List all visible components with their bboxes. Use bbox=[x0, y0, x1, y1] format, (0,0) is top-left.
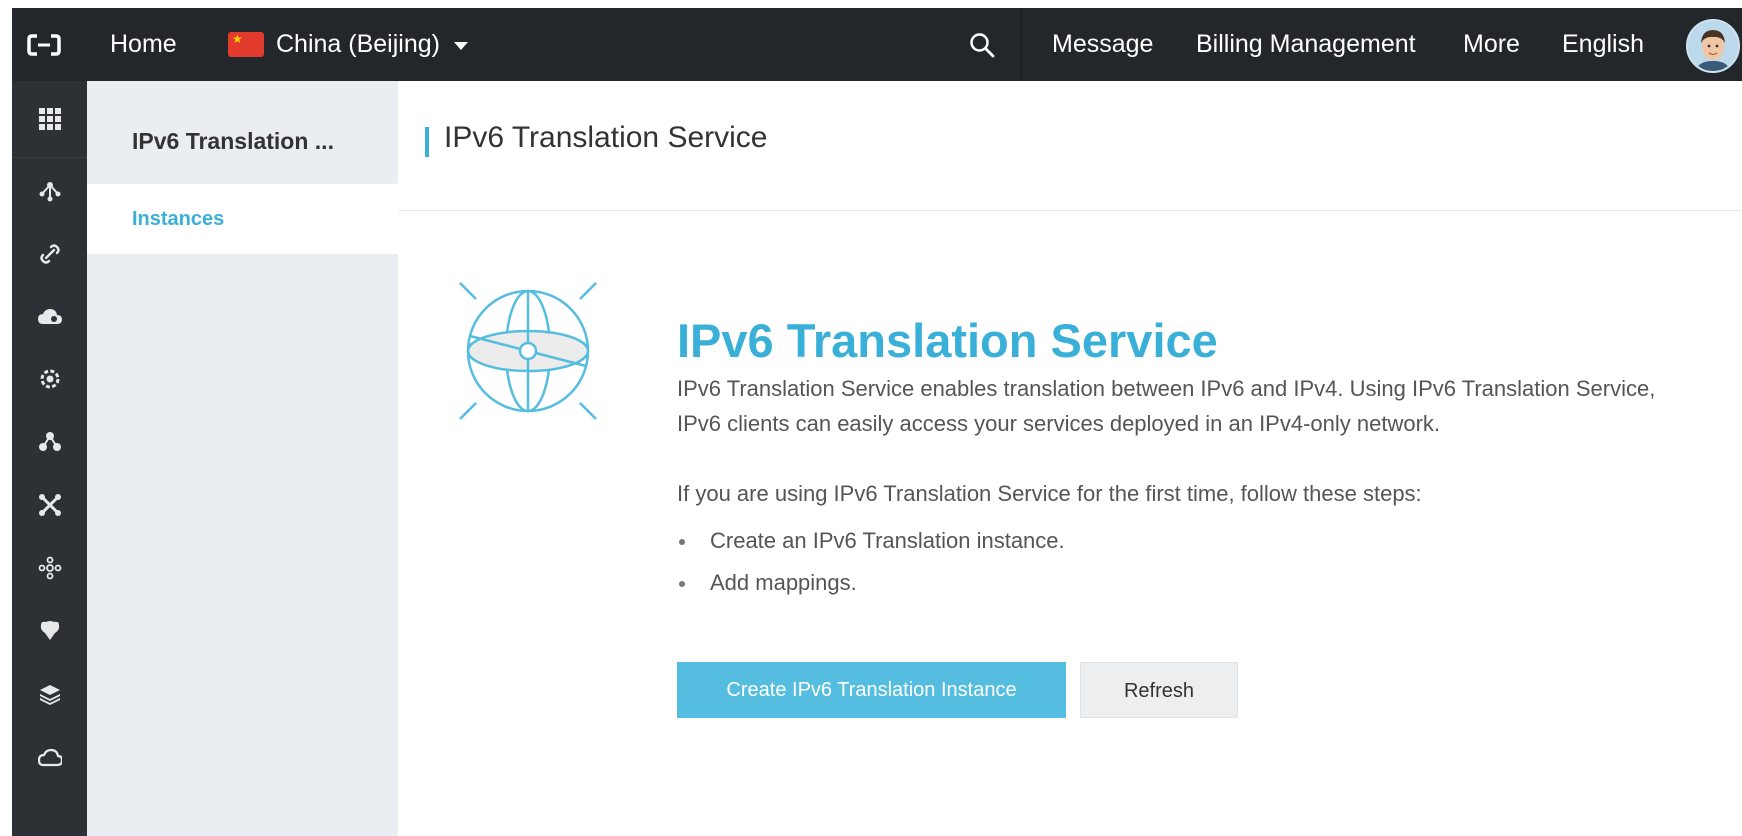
sidebar-title: IPv6 Translation ... bbox=[132, 128, 334, 154]
more-menu[interactable]: More bbox=[1463, 8, 1520, 81]
console-logo[interactable] bbox=[12, 8, 76, 81]
region-label: China (Beijing) bbox=[276, 30, 440, 58]
search-button[interactable] bbox=[942, 8, 1022, 81]
cluster-icon bbox=[38, 432, 61, 451]
service-description: IPv6 Translation Service enables transla… bbox=[677, 376, 1656, 436]
list-item: Create an IPv6 Translation instance. bbox=[677, 520, 1065, 562]
rail-item-cloud-service[interactable] bbox=[12, 727, 87, 787]
create-instance-button[interactable]: Create IPv6 Translation Instance bbox=[677, 662, 1066, 718]
caret-down-icon bbox=[453, 41, 468, 50]
steps-intro: If you are using IPv6 Translation Servic… bbox=[677, 481, 1422, 506]
sidebar-item-instances[interactable]: Instances bbox=[87, 184, 398, 254]
shield-icon bbox=[40, 621, 59, 640]
cloud-icon bbox=[37, 309, 62, 324]
layers-icon bbox=[39, 685, 60, 705]
network-icon bbox=[39, 182, 60, 202]
top-navigation-bar: Home ★ China (Beijing) Message Billing M… bbox=[12, 8, 1742, 81]
rail-item-security[interactable] bbox=[12, 601, 87, 661]
rail-item-nodes[interactable] bbox=[12, 538, 87, 598]
product-sidebar: IPv6 Translation ... Instances bbox=[87, 81, 398, 836]
title-accent-bar bbox=[425, 127, 429, 157]
bullet-icon bbox=[679, 581, 685, 587]
home-link[interactable]: Home bbox=[110, 8, 177, 81]
region-selector[interactable]: ★ China (Beijing) bbox=[228, 8, 468, 81]
rail-item-link[interactable] bbox=[12, 224, 87, 284]
list-item: Add mappings. bbox=[677, 562, 1065, 604]
page-header: IPv6 Translation Service bbox=[398, 81, 1742, 211]
hero-title: IPv6 Translation Service bbox=[677, 314, 1218, 367]
product-icon-rail bbox=[12, 81, 87, 836]
message-link[interactable]: Message bbox=[1052, 8, 1153, 81]
bullet-icon bbox=[679, 539, 685, 545]
rail-item-cloud[interactable] bbox=[12, 287, 87, 347]
avatar-face-icon bbox=[1688, 21, 1738, 71]
rail-item-all-products[interactable] bbox=[12, 89, 87, 149]
billing-management-link[interactable]: Billing Management bbox=[1196, 8, 1416, 81]
logo-icon bbox=[27, 33, 61, 56]
console-window: Home ★ China (Beijing) Message Billing M… bbox=[12, 8, 1742, 836]
getting-started-steps: Create an IPv6 Translation instance. Add… bbox=[677, 520, 1065, 604]
link-icon bbox=[39, 244, 60, 264]
refresh-button[interactable]: Refresh bbox=[1080, 662, 1238, 718]
gear-cog-icon bbox=[40, 369, 59, 389]
cross-icon bbox=[38, 494, 61, 516]
grid-icon bbox=[38, 108, 61, 130]
rail-item-cluster[interactable] bbox=[12, 412, 87, 472]
step-text: Create an IPv6 Translation instance. bbox=[710, 528, 1065, 553]
rail-item-connect[interactable] bbox=[12, 475, 87, 535]
main-content: IPv6 Translation Service IPv6 Translatio… bbox=[398, 81, 1742, 836]
step-text: Add mappings. bbox=[710, 570, 857, 595]
china-flag-icon: ★ bbox=[228, 32, 264, 57]
nodes-icon bbox=[38, 556, 61, 580]
page-title: IPv6 Translation Service bbox=[444, 121, 768, 154]
rail-divider bbox=[12, 157, 87, 158]
rail-item-storage[interactable] bbox=[12, 664, 87, 724]
language-selector[interactable]: English bbox=[1562, 8, 1644, 81]
user-avatar[interactable] bbox=[1686, 19, 1740, 73]
rail-item-settings[interactable] bbox=[12, 349, 87, 409]
globe-icon bbox=[459, 282, 597, 420]
rail-item-network[interactable] bbox=[12, 161, 87, 221]
cloud-partial-icon bbox=[37, 748, 62, 767]
search-icon bbox=[969, 32, 994, 57]
